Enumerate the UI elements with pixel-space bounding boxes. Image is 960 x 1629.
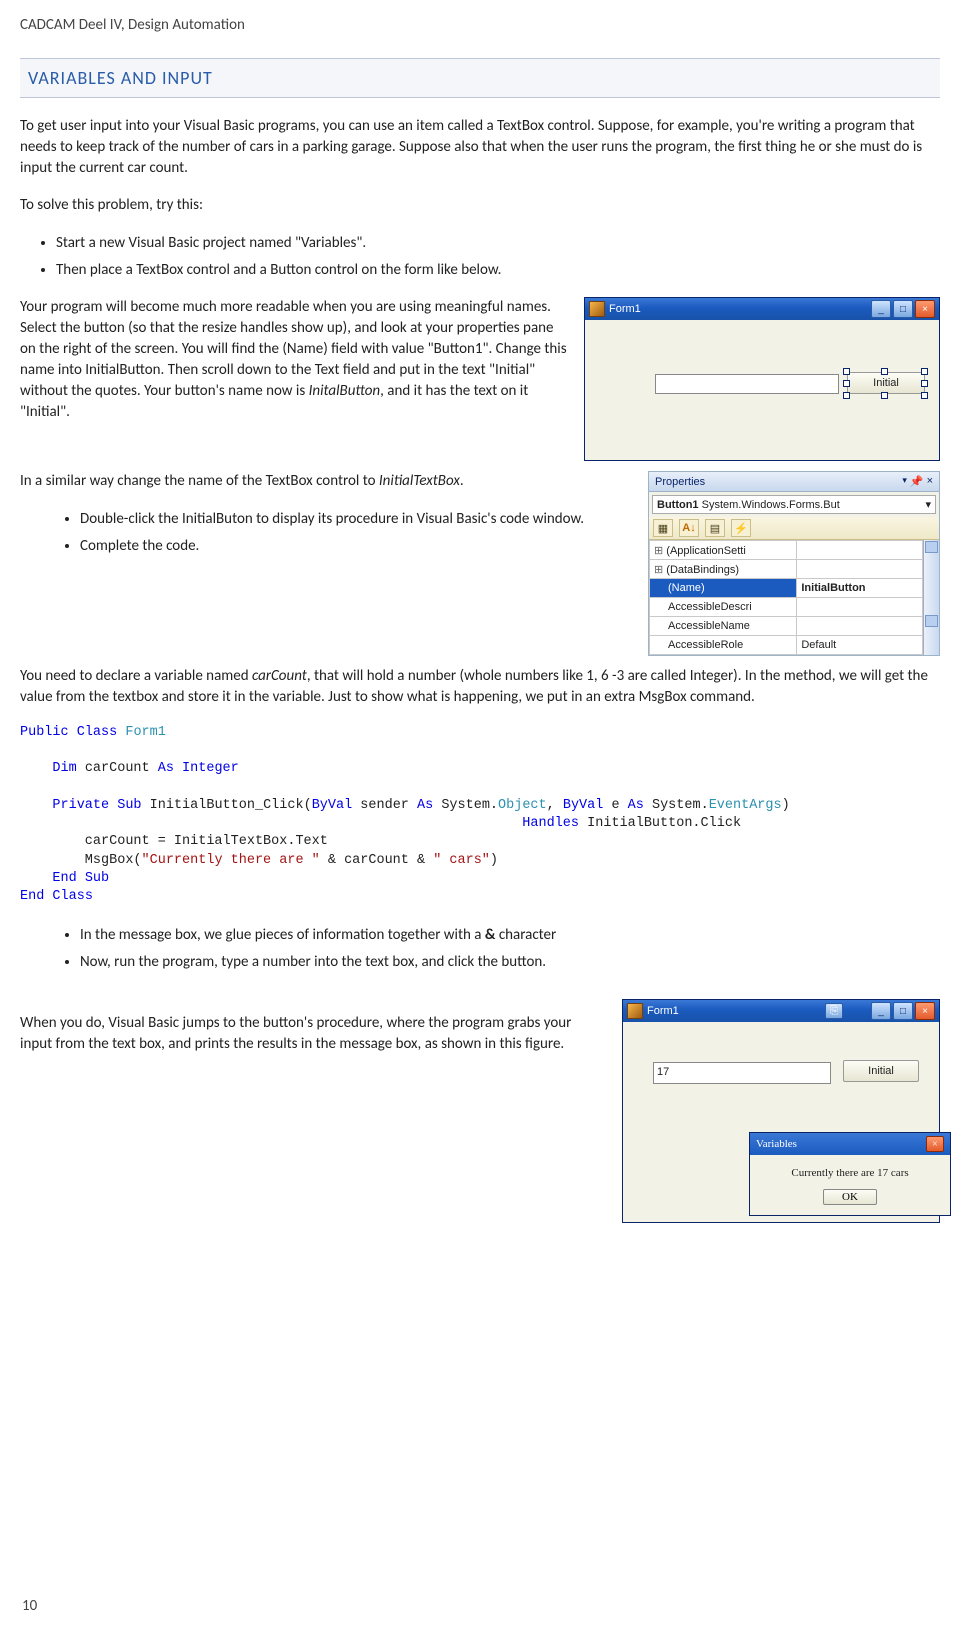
maximize-button[interactable]: □	[893, 300, 913, 318]
toolbar-icon[interactable]: ⎘	[825, 1003, 843, 1019]
scroll-up-icon[interactable]	[925, 541, 938, 553]
steps-list-3: In the message box, we glue pieces of in…	[80, 924, 940, 973]
list-item: Now, run the program, type a number into…	[80, 951, 940, 974]
titlebar: Form1 ⎘ _ □ ×	[623, 1000, 939, 1022]
resize-handle[interactable]	[881, 368, 888, 375]
dropdown-icon[interactable]: ▾	[902, 475, 907, 488]
paragraph-result: When you do, Visual Basic jumps to the b…	[20, 1013, 600, 1055]
prop-name-selected[interactable]: (Name)	[650, 579, 797, 598]
resize-handle[interactable]	[843, 392, 850, 399]
minimize-button[interactable]: _	[871, 1002, 891, 1020]
window-title: Form1	[647, 1005, 825, 1017]
prop-name[interactable]: (ApplicationSetti	[650, 541, 797, 560]
msgbox-text: Currently there are 17 cars	[750, 1155, 950, 1185]
close-button[interactable]: ×	[915, 300, 935, 318]
form1-running-window: Form1 ⎘ _ □ × 17 Initial Variables × Cur…	[622, 999, 940, 1223]
msgbox-title: Variables	[756, 1138, 797, 1150]
minimize-button[interactable]: _	[871, 300, 891, 318]
text: In a similar way change the name of the …	[20, 472, 379, 490]
ampersand: &	[485, 926, 496, 944]
properties-grid: (ApplicationSetti (DataBindings) (Name)I…	[649, 540, 923, 655]
chevron-down-icon: ▾	[925, 498, 931, 511]
prop-name[interactable]: AccessibleName	[650, 617, 797, 636]
resize-handle[interactable]	[843, 380, 850, 387]
alphabetical-button[interactable]: A↓	[679, 519, 699, 537]
pin-icon[interactable]: 📌	[910, 475, 924, 488]
section-heading: VARIABLES AND INPUT	[20, 58, 940, 98]
properties-title: Properties	[655, 476, 705, 488]
properties-header: Properties ▾ 📌 ×	[649, 472, 939, 492]
text: character	[495, 926, 556, 944]
properties-panel: Properties ▾ 📌 × Button1 System.Windows.…	[648, 471, 940, 656]
initial-button[interactable]: Initial	[843, 1060, 919, 1082]
prop-value[interactable]: Default	[797, 636, 923, 655]
maximize-button[interactable]: □	[893, 1002, 913, 1020]
form-icon	[627, 1003, 643, 1019]
selected-object: Button1	[657, 499, 699, 511]
paragraph-solve: To solve this problem, try this:	[20, 195, 940, 216]
inital-button-name: InitalButton	[309, 382, 381, 400]
paragraph-textbox-rename: In a similar way change the name of the …	[20, 471, 640, 492]
close-button[interactable]: ×	[926, 1136, 944, 1152]
message-box: Variables × Currently there are 17 cars …	[749, 1132, 951, 1216]
list-item: Start a new Visual Basic project named "…	[56, 232, 940, 255]
page-number: 10	[22, 1597, 37, 1615]
steps-list-1: Start a new Visual Basic project named "…	[56, 232, 940, 281]
paragraph-intro: To get user input into your Visual Basic…	[20, 116, 940, 179]
carcount-name: carCount	[252, 667, 307, 685]
close-button[interactable]: ×	[915, 1002, 935, 1020]
prop-value[interactable]	[797, 617, 923, 636]
resize-handle[interactable]	[921, 392, 928, 399]
prop-value[interactable]	[797, 541, 923, 560]
list-item: Double-click the InitialButon to display…	[80, 508, 640, 531]
initial-textbox[interactable]	[655, 374, 839, 394]
form-client-area: Initial	[585, 320, 939, 460]
code-block: Public Class Form1 Dim carCount As Integ…	[20, 724, 940, 906]
initial-button[interactable]: Initial	[847, 372, 925, 394]
msgbox-container: Variables × Currently there are 17 cars …	[749, 1132, 951, 1216]
object-type: System.Windows.Forms.But	[702, 499, 840, 511]
props-button[interactable]: ▤	[705, 519, 725, 537]
steps-list-2: Double-click the InitialButon to display…	[80, 508, 640, 557]
prop-value[interactable]	[797, 598, 923, 617]
msgbox-titlebar: Variables ×	[750, 1133, 950, 1155]
close-icon[interactable]: ×	[927, 475, 933, 488]
resize-handle[interactable]	[881, 392, 888, 399]
resize-handle[interactable]	[921, 380, 928, 387]
events-button[interactable]: ⚡	[731, 519, 751, 537]
categorized-button[interactable]: ▦	[653, 519, 673, 537]
text: You need to declare a variable named	[20, 667, 252, 685]
form1-designer-window: Form1 _ □ × Initial	[584, 297, 940, 461]
paragraph-declare: You need to declare a variable named car…	[20, 666, 940, 708]
resize-handle[interactable]	[921, 368, 928, 375]
prop-value[interactable]	[797, 560, 923, 579]
resize-handle[interactable]	[843, 368, 850, 375]
properties-toolbar: ▦ A↓ ▤ ⚡	[649, 517, 939, 540]
list-item: In the message box, we glue pieces of in…	[80, 924, 940, 947]
prop-name[interactable]: AccessibleRole	[650, 636, 797, 655]
prop-name[interactable]: AccessibleDescri	[650, 598, 797, 617]
paragraph-names: Your program will become much more reada…	[20, 297, 570, 423]
page-header: CADCAM Deel IV, Design Automation	[20, 16, 940, 34]
window-title: Form1	[609, 303, 871, 315]
prop-name[interactable]: (DataBindings)	[650, 560, 797, 579]
initial-textbox[interactable]: 17	[653, 1062, 831, 1084]
scroll-down-icon[interactable]	[925, 615, 938, 627]
prop-value-selected[interactable]: InitialButton	[797, 579, 923, 598]
object-selector[interactable]: Button1 System.Windows.Forms.But ▾	[652, 495, 936, 514]
list-item: Complete the code.	[80, 535, 640, 558]
titlebar: Form1 _ □ ×	[585, 298, 939, 320]
form-client-area: 17 Initial Variables × Currently there a…	[623, 1022, 939, 1222]
text: .	[460, 472, 464, 490]
form-icon	[589, 301, 605, 317]
text: In the message box, we glue pieces of in…	[80, 926, 485, 944]
ok-button[interactable]: OK	[823, 1189, 877, 1205]
scrollbar[interactable]	[923, 540, 939, 655]
initial-textbox-name: InitialTextBox	[379, 472, 460, 490]
list-item: Then place a TextBox control and a Butto…	[56, 259, 940, 282]
